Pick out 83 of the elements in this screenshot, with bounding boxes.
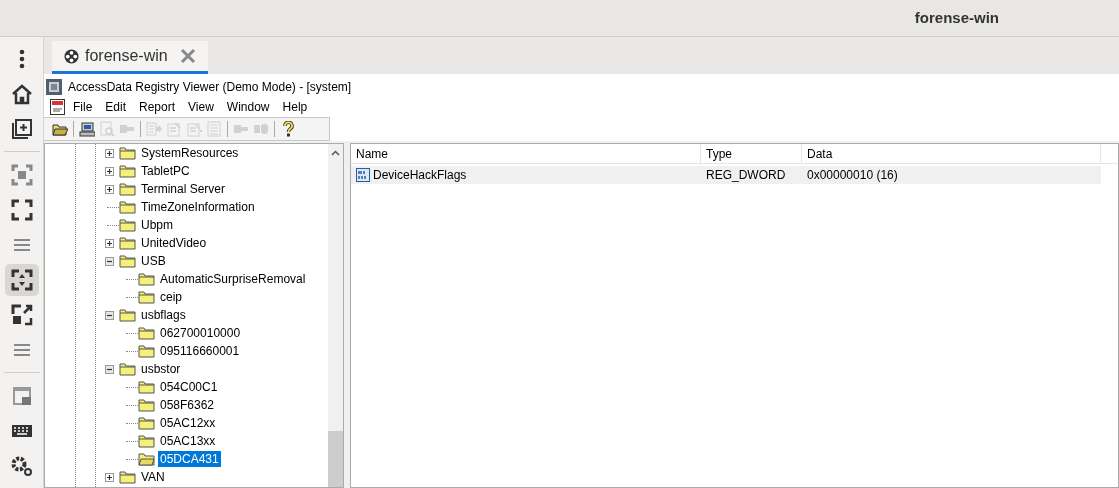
sidebar-button[interactable] [4, 263, 39, 296]
column-header[interactable]: Type [701, 144, 802, 164]
menu-item[interactable]: Edit [105, 98, 127, 116]
folder-icon [119, 362, 136, 376]
folder-icon [138, 326, 155, 340]
table-cell-text: REG_DWORD [706, 167, 786, 184]
folder-icon [138, 272, 155, 286]
folder-icon [138, 344, 155, 358]
tree-item[interactable]: AutomaticSurpriseRemoval [158, 271, 308, 287]
expand-icon[interactable] [105, 472, 114, 482]
folder-icon [119, 218, 136, 232]
close-icon[interactable] [179, 48, 196, 64]
document-icon [50, 99, 65, 115]
window-icon [10, 384, 33, 407]
open-folder-icon [138, 452, 155, 466]
collapse-icon[interactable] [105, 364, 114, 374]
tree-item[interactable]: 05AC13xx [158, 433, 218, 449]
tab-icon [64, 48, 79, 64]
table-cell-text: DeviceHackFlags [373, 167, 467, 184]
tree-item[interactable]: Ubpm [139, 217, 175, 233]
fullscreen-icon [10, 198, 33, 221]
tab[interactable]: forense-win [52, 41, 208, 74]
folder-icon [119, 254, 136, 268]
tree-item[interactable]: Terminal Server [139, 181, 228, 197]
app-icon [46, 78, 62, 95]
tab-label: forense-win [85, 46, 168, 66]
tree-item[interactable]: USB [139, 253, 168, 269]
scrollbar-thumb[interactable] [328, 431, 343, 487]
fit-screen-icon [10, 268, 33, 291]
menu-item[interactable]: Window [226, 98, 270, 116]
folder-icon [119, 308, 136, 322]
settings-icon [10, 454, 33, 477]
column-header[interactable]: Data [802, 144, 1101, 164]
home-icon [10, 82, 33, 105]
tree-item[interactable]: TabletPC [139, 163, 192, 179]
folder-icon [119, 470, 136, 484]
tree-item[interactable]: VAN [139, 469, 167, 485]
folder-icon [119, 200, 136, 214]
tree-item[interactable]: usbflags [139, 307, 188, 323]
tree-item[interactable]: SystemResources [139, 145, 241, 161]
more-icon [18, 48, 25, 69]
menu-item[interactable]: Report [139, 98, 176, 116]
folder-icon [138, 380, 155, 394]
collapse-icon[interactable] [105, 310, 114, 320]
folder-icon [119, 236, 136, 250]
expand-icon [10, 303, 33, 326]
tree-item[interactable]: ceip [158, 289, 184, 305]
column-header[interactable]: Name [351, 144, 701, 164]
expand-icon[interactable] [105, 166, 114, 176]
folder-icon [138, 398, 155, 412]
folder-icon [119, 164, 136, 178]
app-title: AccessData Registry Viewer (Demo Mode) - [system] [68, 78, 352, 96]
focus-icon [10, 163, 33, 186]
tree-item[interactable]: 05DCA431 [158, 451, 221, 467]
table-row[interactable]: DeviceHackFlags REG_DWORD 0x00000010 (16) [351, 166, 1101, 184]
collapse-icon[interactable] [105, 256, 114, 266]
expand-icon[interactable] [105, 184, 114, 194]
menu-item[interactable]: File [73, 98, 93, 116]
help-icon[interactable] [280, 121, 296, 137]
window-title: forense-win [914, 7, 999, 28]
tree-item[interactable]: 062700010000 [158, 325, 243, 341]
menu-item[interactable]: View [188, 98, 214, 116]
menu-item[interactable]: Help [282, 98, 308, 116]
expand-icon[interactable] [105, 238, 114, 248]
folder-icon [138, 434, 155, 448]
binary-value-icon [356, 168, 370, 182]
table-cell-text: 0x00000010 (16) [807, 167, 898, 184]
folder-icon [119, 182, 136, 196]
expand-icon[interactable] [105, 148, 114, 158]
tree-item[interactable]: usbstor [139, 361, 183, 377]
computer-icon[interactable] [79, 121, 95, 137]
scroll-up-icon[interactable] [331, 150, 340, 156]
tree-item[interactable]: 095116660001 [158, 343, 242, 359]
tree-item[interactable]: 05AC12xx [158, 415, 218, 431]
tree-item[interactable]: TimeZoneInformation [139, 199, 257, 215]
tree-item[interactable]: 054C00C1 [158, 379, 220, 395]
tree-item[interactable]: UnitedVideo [139, 235, 209, 251]
folder-icon [138, 290, 155, 304]
add-window-icon [10, 117, 33, 140]
open-folder-icon[interactable] [52, 121, 68, 137]
folder-icon [119, 146, 136, 160]
folder-icon [138, 416, 155, 430]
tree-item[interactable]: 058F6362 [158, 397, 217, 413]
